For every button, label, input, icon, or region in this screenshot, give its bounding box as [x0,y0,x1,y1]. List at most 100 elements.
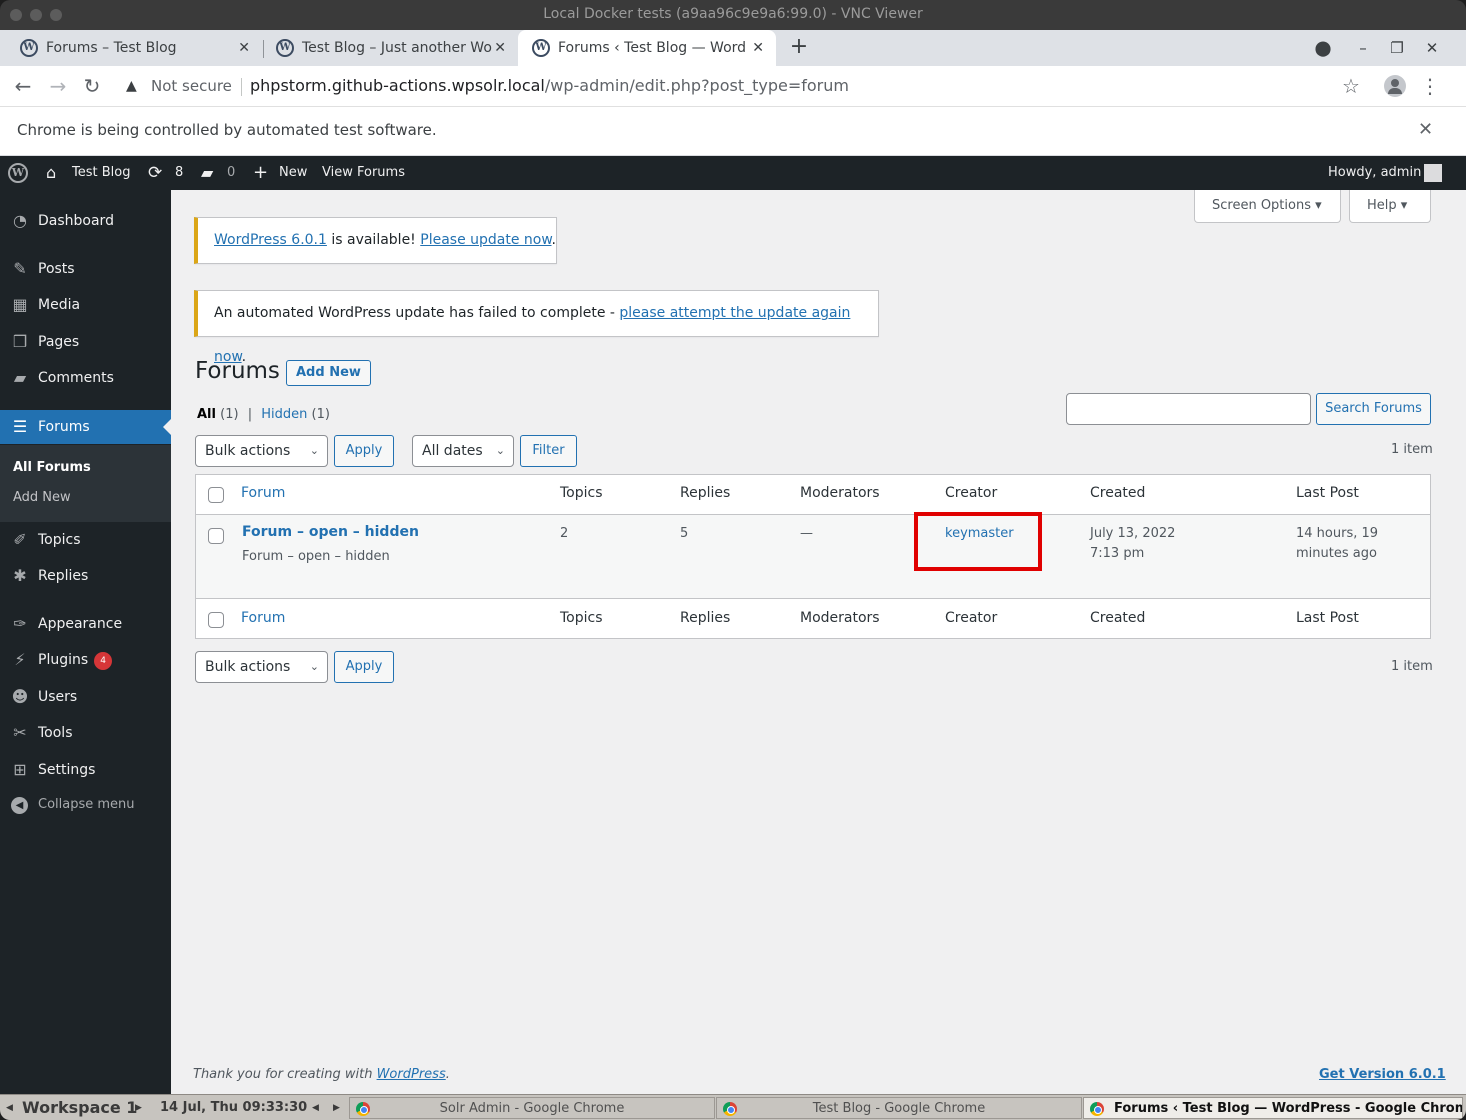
sidebar-item-users[interactable]: ☻ Users [0,680,171,714]
bulk-actions-select-top[interactable]: Bulk actions ⌄ [195,435,328,467]
sidebar-item-posts[interactable]: ✎ Posts [0,252,171,286]
forums-submenu: All Forums Add New [0,445,171,522]
apply-button-bottom[interactable]: Apply [334,651,394,683]
forward-icon[interactable]: → [46,73,70,99]
sidebar-item-plugins[interactable]: ⚡ Plugins 4 [0,643,171,677]
howdy-account[interactable]: Howdy, admin [1328,156,1421,190]
sidebar-item-appearance[interactable]: ✑ Appearance [0,607,171,641]
task-next-icon[interactable]: ▶ [333,1095,340,1120]
sidebar-item-dashboard[interactable]: ◔ Dashboard [0,204,171,238]
sidebar-item-pages[interactable]: ❒ Pages [0,325,171,359]
column-replies: Replies [680,485,731,501]
sidebar-item-label: Pages [38,334,80,350]
select-all-checkbox[interactable] [208,487,224,503]
dates-filter-select[interactable]: All dates ⌄ [412,435,514,467]
sidebar-item-settings[interactable]: ⊞ Settings [0,753,171,787]
task-solr-admin[interactable]: Solr Admin - Google Chrome [349,1097,715,1119]
profile-avatar-icon[interactable] [1384,75,1406,97]
close-icon[interactable]: ✕ [1418,119,1433,140]
get-version-link[interactable]: Get Version 6.0.1 [1319,1067,1446,1082]
update-now-link[interactable]: Please update now [420,232,551,248]
updates-count[interactable]: 8 [175,156,183,190]
column-created-footer: Created [1090,610,1146,626]
select-value: Bulk actions [205,443,291,459]
zoom-window-dot[interactable] [50,9,62,21]
task-prev-icon[interactable]: ◀ [312,1095,319,1120]
notice-period: . [551,232,556,248]
chevron-down-icon: ⌄ [495,444,505,457]
chrome-menu-icon[interactable]: ⋮ [1420,73,1440,99]
workspace-label[interactable]: Workspace 1 [22,1095,137,1120]
collapse-menu-button[interactable]: ◀ Collapse menu [0,788,171,822]
tab-forums-admin[interactable]: W Forums ‹ Test Blog — Word ✕ [518,30,776,66]
tab-test-blog[interactable]: W Test Blog – Just another Wo ✕ [256,30,518,66]
site-name-link[interactable]: Test Blog [72,156,130,190]
close-icon[interactable]: ✕ [494,30,506,66]
update-failed-notice: An automated WordPress update has failed… [194,290,879,365]
help-button[interactable]: Help ▾ [1349,190,1431,223]
filter-button[interactable]: Filter [520,435,577,467]
bulk-actions-select-bottom[interactable]: Bulk actions ⌄ [195,651,328,683]
bookmark-star-icon[interactable]: ☆ [1342,74,1360,98]
sidebar-item-replies[interactable]: ✱ Replies [0,559,171,593]
reload-icon[interactable]: ↻ [80,73,104,99]
warning-icon: ▲ [126,78,137,94]
forum-title-link[interactable]: Forum – open – hidden [242,524,419,540]
sidebar-item-media[interactable]: ▦ Media [0,288,171,322]
chrome-icon [356,1102,370,1116]
wordpress-logo-icon[interactable]: W [8,163,28,183]
address-bar[interactable]: ▲ Not secure phpstorm.github-actions.wps… [116,71,1372,103]
close-icon[interactable]: ✕ [752,30,764,66]
close-icon[interactable]: ✕ [238,30,250,66]
url-text[interactable]: phpstorm.github-actions.wpsolr.local/wp-… [250,76,849,95]
select-all-checkbox-footer[interactable] [208,612,224,628]
new-content-link[interactable]: New [279,156,307,190]
search-input[interactable] [1066,393,1311,425]
add-new-forum-button[interactable]: Add New [286,360,371,386]
comments-icon[interactable]: ▰ [201,156,213,190]
close-window-icon[interactable]: ✕ [1421,30,1443,66]
chevron-down-icon: ⌄ [309,444,319,457]
plugin-icon: ⚡ [14,650,26,669]
automation-infobar: Chrome is being controlled by automated … [0,107,1466,156]
view-hidden-link[interactable]: Hidden [261,407,307,422]
updates-icon[interactable]: ⟳ [148,156,162,190]
workspace-next-icon[interactable]: ▶ [135,1095,142,1120]
tab-search-icon[interactable]: ⬤ [1312,30,1334,66]
home-icon[interactable]: ⌂ [46,156,56,190]
comments-count[interactable]: 0 [227,156,235,190]
submenu-add-new[interactable]: Add New [13,490,71,505]
back-icon[interactable]: ← [11,73,35,99]
wordpress-version-link[interactable]: WordPress 6.0.1 [214,232,327,248]
search-forums-button[interactable]: Search Forums [1316,393,1431,425]
column-forum-footer[interactable]: Forum [241,610,285,626]
restore-icon[interactable]: ❐ [1386,30,1408,66]
pin-icon: ✎ [13,259,27,278]
tab-forums-test-blog[interactable]: W Forums – Test Blog ✕ [0,30,262,66]
task-forums-admin[interactable]: Forums ‹ Test Blog — WordPress - Google … [1083,1097,1463,1119]
plus-icon[interactable]: + [253,156,268,190]
wordpress-favicon-icon: W [532,39,550,57]
sidebar-item-forums[interactable]: ☰ Forums [0,410,171,444]
sidebar-item-topics[interactable]: ✐ Topics [0,523,171,557]
wordpress-link[interactable]: WordPress [377,1067,446,1082]
wordpress-favicon-icon: W [20,39,38,57]
row-checkbox[interactable] [208,528,224,544]
screen-options-button[interactable]: Screen Options ▾ [1194,190,1341,223]
submenu-all-forums[interactable]: All Forums [13,460,91,475]
task-test-blog[interactable]: Test Blog - Google Chrome [716,1097,1082,1119]
not-secure-label: Not secure [151,77,232,95]
apply-button-top[interactable]: Apply [334,435,394,467]
sidebar-item-comments[interactable]: ▰ Comments [0,361,171,395]
wrench-icon: ✂ [13,723,27,742]
workspace-prev-icon[interactable]: ◀ [6,1095,13,1120]
minimize-icon[interactable]: – [1352,30,1374,66]
close-window-dot[interactable] [10,9,22,21]
new-tab-icon[interactable]: + [788,30,810,66]
sidebar-item-tools[interactable]: ✂ Tools [0,716,171,750]
view-all-link[interactable]: All [197,407,216,422]
column-forum[interactable]: Forum [241,485,285,501]
minimize-window-dot[interactable] [30,9,42,21]
avatar[interactable] [1424,164,1442,182]
view-forums-link[interactable]: View Forums [322,156,405,190]
